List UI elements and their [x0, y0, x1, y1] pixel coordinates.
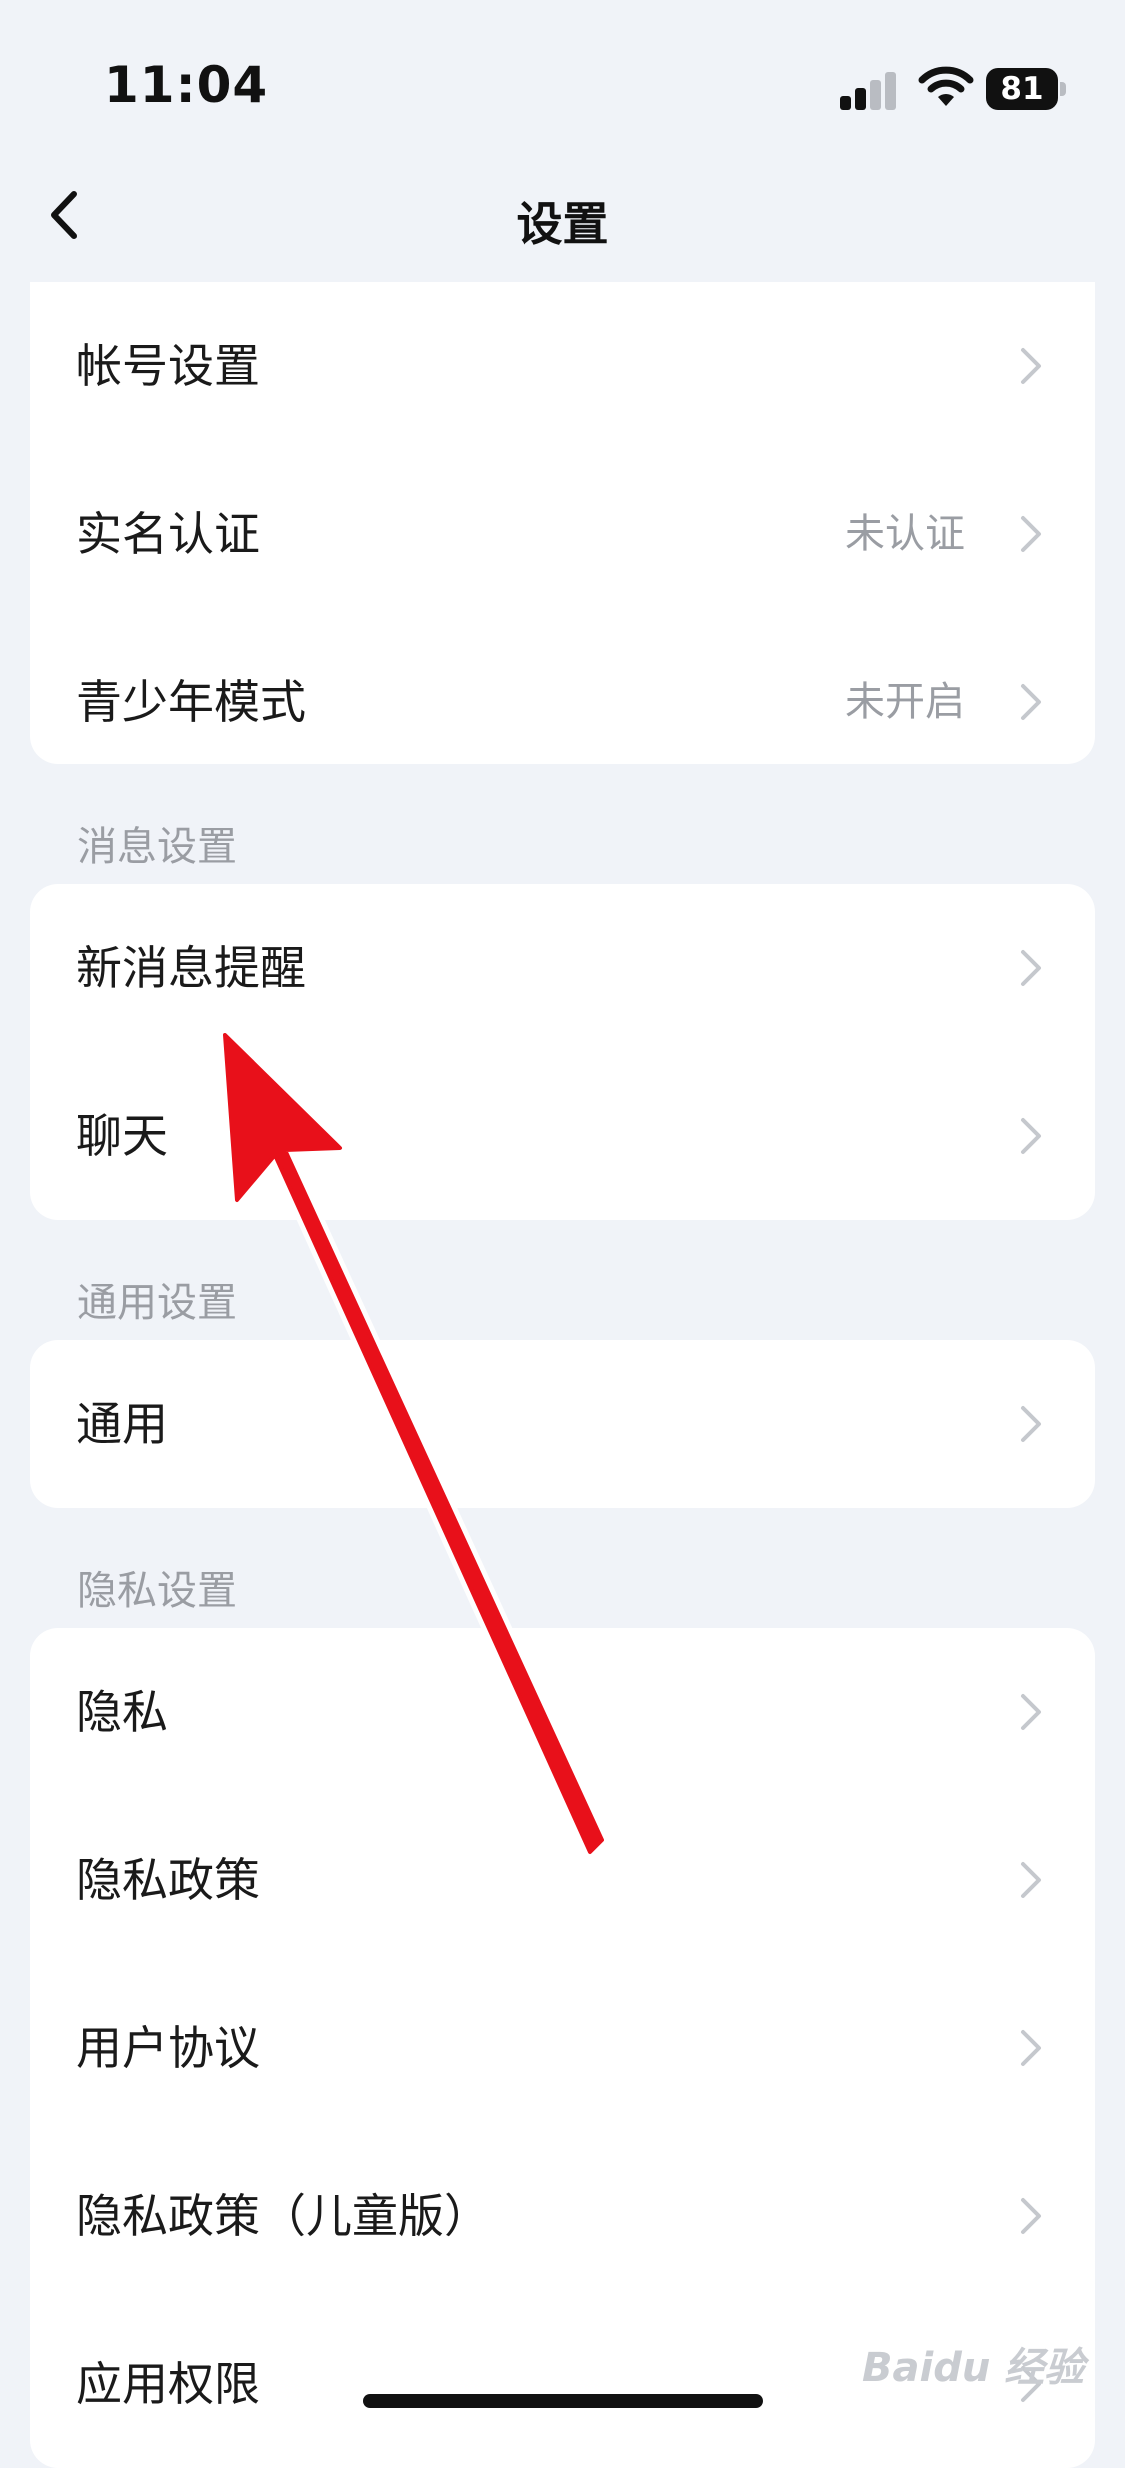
message-settings-group: 新消息提醒 聊天 [30, 884, 1095, 1220]
row-status-value: 未开启 [845, 679, 965, 725]
row-label: 新消息提醒 [76, 941, 306, 995]
row-label: 隐私政策 [76, 1853, 260, 1907]
row-label: 应用权限 [76, 2357, 260, 2411]
watermark-logo: Baidu 经验 [862, 2345, 1085, 2391]
status-time: 11:04 [104, 56, 269, 114]
chevron-right-icon [1021, 348, 1041, 384]
chevron-right-icon [1021, 516, 1041, 552]
home-indicator [363, 2394, 763, 2408]
settings-row-child-privacy-policy[interactable]: 隐私政策（儿童版） [30, 2132, 1095, 2300]
wifi-icon [918, 66, 974, 106]
settings-row-general[interactable]: 通用 [30, 1340, 1095, 1508]
row-label: 隐私政策（儿童版） [76, 2189, 490, 2243]
section-title-privacy: 隐私设置 [77, 1568, 237, 1614]
row-label: 用户协议 [76, 2021, 260, 2075]
settings-row-user-agreement[interactable]: 用户协议 [30, 1964, 1095, 2132]
row-label: 隐私 [76, 1685, 168, 1739]
status-bar: 11:04 81 [0, 0, 1125, 130]
settings-row-account[interactable]: 帐号设置 [30, 282, 1095, 450]
chevron-right-icon [1021, 1694, 1041, 1730]
navigation-bar: 设置 [0, 160, 1125, 270]
chevron-right-icon [1021, 2198, 1041, 2234]
settings-row-real-name[interactable]: 实名认证 未认证 [30, 450, 1095, 618]
battery-icon: 81 [986, 68, 1066, 110]
section-title-general: 通用设置 [77, 1280, 237, 1326]
row-label: 青少年模式 [76, 675, 306, 729]
chevron-right-icon [1021, 950, 1041, 986]
page-title: 设置 [516, 197, 609, 251]
row-label: 实名认证 [76, 507, 260, 561]
chevron-right-icon [1021, 684, 1041, 720]
chevron-right-icon [1021, 1862, 1041, 1898]
section-title-message: 消息设置 [77, 824, 237, 870]
battery-level: 81 [986, 68, 1058, 110]
row-status-value: 未认证 [845, 511, 965, 557]
settings-row-privacy-policy[interactable]: 隐私政策 [30, 1796, 1095, 1964]
settings-row-privacy[interactable]: 隐私 [30, 1628, 1095, 1796]
row-label: 通用 [76, 1397, 168, 1451]
chevron-right-icon [1021, 2030, 1041, 2066]
chevron-right-icon [1021, 1118, 1041, 1154]
cellular-signal-icon [840, 70, 896, 110]
row-label: 聊天 [76, 1109, 168, 1163]
settings-row-new-message-alert[interactable]: 新消息提醒 [30, 884, 1095, 1052]
settings-row-chat[interactable]: 聊天 [30, 1052, 1095, 1220]
row-label: 帐号设置 [76, 339, 260, 393]
settings-row-teen-mode[interactable]: 青少年模式 未开启 [30, 618, 1095, 786]
chevron-right-icon [1021, 1406, 1041, 1442]
general-settings-group: 通用 [30, 1340, 1095, 1508]
account-settings-group: 帐号设置 实名认证 未认证 青少年模式 未开启 [30, 282, 1095, 764]
